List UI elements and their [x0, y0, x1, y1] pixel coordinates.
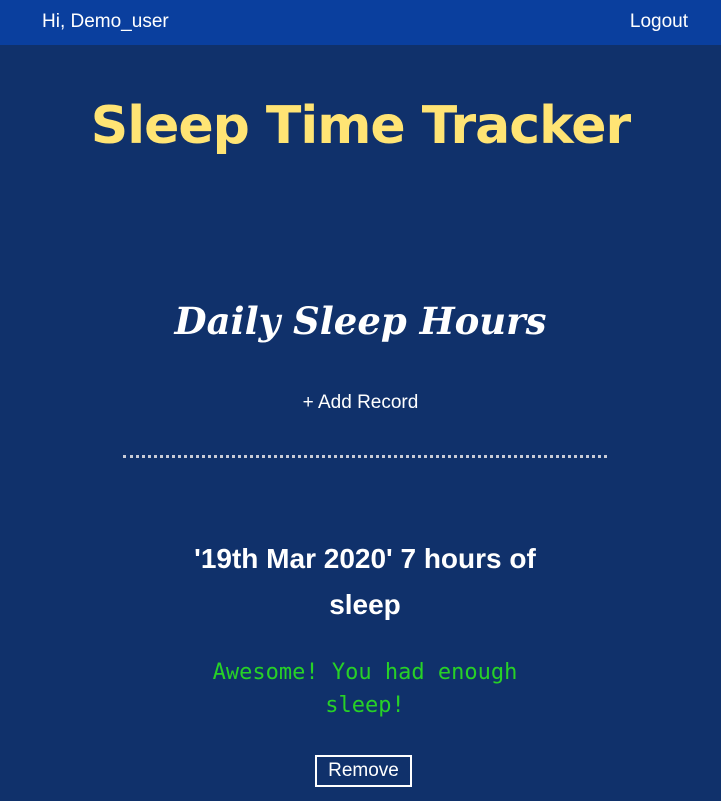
record-summary: '19th Mar 2020' 7 hours of sleep [194, 543, 536, 620]
add-record-link[interactable]: + Add Record [0, 392, 721, 414]
remove-record-button[interactable]: Remove [315, 755, 412, 787]
app-title: Sleep Time Tracker [90, 96, 631, 156]
section-title: Daily Sleep Hours [174, 299, 547, 343]
record-feedback-message: Awesome! You had enough sleep! [212, 660, 518, 718]
logout-link[interactable]: Logout [630, 11, 688, 33]
top-nav-bar: Hi, Demo_user Logout [0, 0, 721, 45]
section-divider [123, 455, 607, 458]
user-greeting: Hi, Demo_user [42, 11, 169, 32]
sleep-record: '19th Mar 2020' 7 hours of sleep Awesome… [160, 536, 570, 722]
